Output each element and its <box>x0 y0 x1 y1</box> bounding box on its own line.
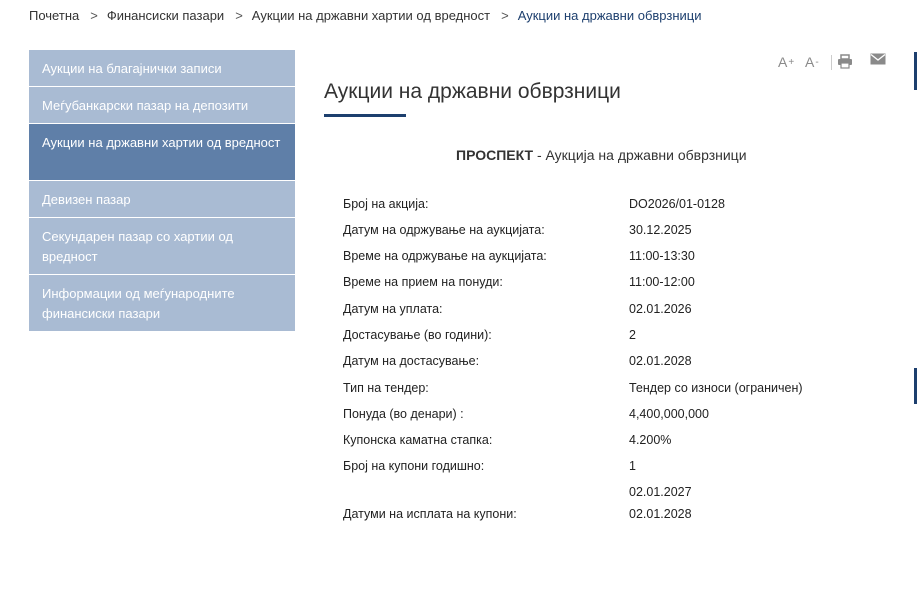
detail-value: 1 <box>629 459 636 473</box>
detail-row: Тип на тендер: Тендер со износи (ограниче… <box>343 381 863 401</box>
breadcrumb-current: Аукции на државни обврзници <box>517 8 702 23</box>
detail-label: Број на акција: <box>343 197 429 211</box>
coupon-date-value: 02.01.2028 <box>629 507 692 521</box>
detail-row: Време на одржување на аукцијата: 11:00-13… <box>343 249 863 269</box>
detail-label: Понуда (во денари) : <box>343 407 464 421</box>
sidebar-item-interbank-deposits[interactable]: Меѓубанкарски пазар на депозити <box>29 87 295 124</box>
breadcrumb-separator: > <box>501 8 509 23</box>
title-underline <box>324 114 406 117</box>
detail-value: 2 <box>629 328 636 342</box>
breadcrumb-separator: > <box>235 8 243 23</box>
prospect-bold: ПРОСПЕКТ <box>456 147 534 163</box>
detail-value: 11:00-12:00 <box>629 275 695 289</box>
tools-divider <box>831 55 832 70</box>
detail-label: Време на прием на понуди: <box>343 275 503 289</box>
breadcrumb-financial-markets[interactable]: Финансиски пазари <box>107 8 224 23</box>
detail-value: Тендер со износи (ограничен) <box>629 381 803 395</box>
detail-row: Датум на уплата: 02.01.2026 <box>343 302 863 322</box>
sidebar-item-treasury-bills[interactable]: Аукции на благајнички записи <box>29 50 295 87</box>
sidebar-menu: Аукции на благајнички записи Меѓубанкарс… <box>29 50 295 332</box>
increase-font-label: A <box>778 54 788 70</box>
detail-label: Број на купони годишно: <box>343 459 485 473</box>
detail-value: 4,400,000,000 <box>629 407 709 421</box>
decrease-font-label: A <box>805 54 815 70</box>
detail-label: Датум на достасување: <box>343 354 480 368</box>
breadcrumb: Почетна > Финансиски пазари > Аукции на држа… <box>29 8 702 23</box>
envelope-icon[interactable] <box>870 53 886 65</box>
sidebar-item-government-securities[interactable]: Аукции на државни хартии од вредност <box>29 124 295 181</box>
detail-label: Датум на одржување на аукцијата: <box>343 223 545 237</box>
detail-label: Купонска каматна стапка: <box>343 433 493 447</box>
detail-value: 02.01.2028 <box>629 354 692 368</box>
printer-icon[interactable] <box>837 54 853 69</box>
detail-row: Датум на достасување: 02.01.2028 <box>343 354 863 374</box>
increase-font-sup: + <box>788 56 795 68</box>
breadcrumb-home[interactable]: Почетна <box>29 8 79 23</box>
increase-font-button[interactable]: A + <box>778 54 794 70</box>
detail-row: Купонска каматна стапка: 4.200% <box>343 433 863 453</box>
detail-label: Достасување (во години): <box>343 328 492 342</box>
sidebar-item-international-markets[interactable]: Информации од меѓународните финансиски п… <box>29 275 295 332</box>
detail-row: Датум на одржување на аукцијата: 30.12.20… <box>343 223 863 243</box>
detail-row: Достасување (во години): 2 <box>343 328 863 348</box>
page-title: Аукции на државни обврзници <box>324 80 621 103</box>
sidebar-item-foreign-exchange[interactable]: Девизен пазар <box>29 181 295 218</box>
breadcrumb-securities-auctions[interactable]: Аукции на државни хартии од вредност <box>252 8 490 23</box>
detail-value: 4.200% <box>629 433 672 447</box>
detail-row: Понуда (во денари) : 4,400,000,000 <box>343 407 863 427</box>
coupon-date-value: 02.01.2027 <box>629 485 692 499</box>
sidebar-item-secondary-market[interactable]: Секундарен пазар со хартии од вредност <box>29 218 295 275</box>
detail-value: 02.01.2026 <box>629 302 692 316</box>
detail-label: Датуми на исплата на купони: <box>343 507 517 521</box>
decrease-font-sup: - <box>815 56 819 68</box>
detail-value: 11:00-13:30 <box>629 249 695 263</box>
detail-row: Број на купони годишно: 1 <box>343 459 863 479</box>
detail-label: Тип на тендер: <box>343 381 429 395</box>
breadcrumb-separator: > <box>90 8 98 23</box>
detail-row-coupon-dates: Датуми на исплата на купони: 02.01.2027 … <box>343 485 863 527</box>
detail-row: Време на прием на понуди: 11:00-12:00 <box>343 275 863 295</box>
detail-value: DO2026/01-0128 <box>629 197 725 211</box>
detail-label: Време на одржување на аукцијата: <box>343 249 547 263</box>
detail-label: Датум на уплата: <box>343 302 443 316</box>
detail-row: Број на акција: DO2026/01-0128 <box>343 197 863 217</box>
detail-value: 30.12.2025 <box>629 223 692 237</box>
prospect-subtitle: - Аукција на државни обврзници <box>533 147 747 163</box>
prospect-heading: ПРОСПЕКТ - Аукција на државни обврзници <box>456 147 747 163</box>
decrease-font-button[interactable]: A- <box>805 54 819 70</box>
